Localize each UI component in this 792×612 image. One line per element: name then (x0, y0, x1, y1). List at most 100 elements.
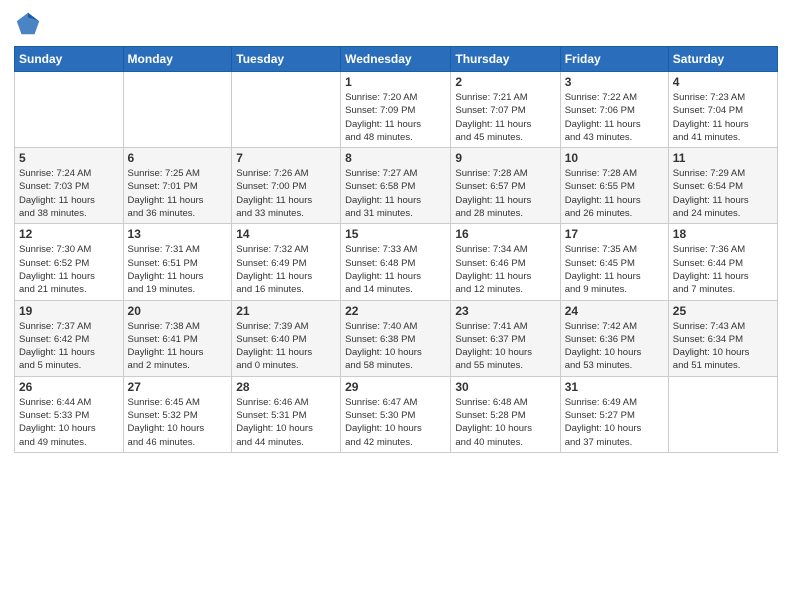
day-number: 29 (345, 380, 446, 394)
day-cell (668, 376, 777, 452)
day-cell: 2 Sunrise: 7:21 AM Sunset: 7:07 PM Daylig… (451, 72, 560, 148)
day-info: Sunrise: 7:39 AM Sunset: 6:40 PM Dayligh… (236, 320, 336, 373)
week-row-3: 19 Sunrise: 7:37 AM Sunset: 6:42 PM Dayli… (15, 300, 778, 376)
day-cell: 29 Sunrise: 6:47 AM Sunset: 5:30 PM Dayli… (341, 376, 451, 452)
logo-icon (14, 10, 42, 38)
weekday-header-monday: Monday (123, 47, 232, 72)
day-info: Sunrise: 7:21 AM Sunset: 7:07 PM Dayligh… (455, 91, 555, 144)
calendar: SundayMondayTuesdayWednesdayThursdayFrid… (14, 46, 778, 453)
day-number: 25 (673, 304, 773, 318)
week-row-0: 1 Sunrise: 7:20 AM Sunset: 7:09 PM Daylig… (15, 72, 778, 148)
day-number: 9 (455, 151, 555, 165)
day-info: Sunrise: 7:22 AM Sunset: 7:06 PM Dayligh… (565, 91, 664, 144)
day-info: Sunrise: 7:36 AM Sunset: 6:44 PM Dayligh… (673, 243, 773, 296)
weekday-header-wednesday: Wednesday (341, 47, 451, 72)
day-number: 19 (19, 304, 119, 318)
day-info: Sunrise: 7:26 AM Sunset: 7:00 PM Dayligh… (236, 167, 336, 220)
header (14, 10, 778, 38)
week-row-4: 26 Sunrise: 6:44 AM Sunset: 5:33 PM Dayli… (15, 376, 778, 452)
day-info: Sunrise: 7:23 AM Sunset: 7:04 PM Dayligh… (673, 91, 773, 144)
day-number: 8 (345, 151, 446, 165)
day-info: Sunrise: 7:20 AM Sunset: 7:09 PM Dayligh… (345, 91, 446, 144)
weekday-header-sunday: Sunday (15, 47, 124, 72)
day-info: Sunrise: 7:25 AM Sunset: 7:01 PM Dayligh… (128, 167, 228, 220)
day-info: Sunrise: 7:31 AM Sunset: 6:51 PM Dayligh… (128, 243, 228, 296)
day-cell: 16 Sunrise: 7:34 AM Sunset: 6:46 PM Dayli… (451, 224, 560, 300)
day-info: Sunrise: 7:41 AM Sunset: 6:37 PM Dayligh… (455, 320, 555, 373)
day-cell: 12 Sunrise: 7:30 AM Sunset: 6:52 PM Dayli… (15, 224, 124, 300)
day-info: Sunrise: 7:24 AM Sunset: 7:03 PM Dayligh… (19, 167, 119, 220)
day-cell: 3 Sunrise: 7:22 AM Sunset: 7:06 PM Daylig… (560, 72, 668, 148)
day-cell: 27 Sunrise: 6:45 AM Sunset: 5:32 PM Dayli… (123, 376, 232, 452)
day-cell: 21 Sunrise: 7:39 AM Sunset: 6:40 PM Dayli… (232, 300, 341, 376)
day-number: 14 (236, 227, 336, 241)
day-cell: 9 Sunrise: 7:28 AM Sunset: 6:57 PM Daylig… (451, 148, 560, 224)
day-info: Sunrise: 7:37 AM Sunset: 6:42 PM Dayligh… (19, 320, 119, 373)
day-number: 10 (565, 151, 664, 165)
day-cell: 19 Sunrise: 7:37 AM Sunset: 6:42 PM Dayli… (15, 300, 124, 376)
day-number: 30 (455, 380, 555, 394)
day-cell (123, 72, 232, 148)
day-info: Sunrise: 6:44 AM Sunset: 5:33 PM Dayligh… (19, 396, 119, 449)
day-info: Sunrise: 6:49 AM Sunset: 5:27 PM Dayligh… (565, 396, 664, 449)
day-number: 5 (19, 151, 119, 165)
day-info: Sunrise: 7:28 AM Sunset: 6:55 PM Dayligh… (565, 167, 664, 220)
day-info: Sunrise: 7:34 AM Sunset: 6:46 PM Dayligh… (455, 243, 555, 296)
day-number: 24 (565, 304, 664, 318)
day-cell: 26 Sunrise: 6:44 AM Sunset: 5:33 PM Dayli… (15, 376, 124, 452)
day-cell: 8Sunrise: 7:27 AM Sunset: 6:58 PM Daylig… (341, 148, 451, 224)
day-cell: 31 Sunrise: 6:49 AM Sunset: 5:27 PM Dayli… (560, 376, 668, 452)
weekday-header-thursday: Thursday (451, 47, 560, 72)
day-number: 7 (236, 151, 336, 165)
day-cell: 5 Sunrise: 7:24 AM Sunset: 7:03 PM Daylig… (15, 148, 124, 224)
day-cell: 7 Sunrise: 7:26 AM Sunset: 7:00 PM Daylig… (232, 148, 341, 224)
week-row-1: 5 Sunrise: 7:24 AM Sunset: 7:03 PM Daylig… (15, 148, 778, 224)
day-number: 22 (345, 304, 446, 318)
day-number: 18 (673, 227, 773, 241)
day-number: 31 (565, 380, 664, 394)
day-info: Sunrise: 6:45 AM Sunset: 5:32 PM Dayligh… (128, 396, 228, 449)
day-number: 6 (128, 151, 228, 165)
day-number: 13 (128, 227, 228, 241)
day-cell: 1 Sunrise: 7:20 AM Sunset: 7:09 PM Daylig… (341, 72, 451, 148)
day-number: 1 (345, 75, 446, 89)
day-cell: 13 Sunrise: 7:31 AM Sunset: 6:51 PM Dayli… (123, 224, 232, 300)
day-number: 16 (455, 227, 555, 241)
day-number: 11 (673, 151, 773, 165)
day-cell: 23Sunrise: 7:41 AM Sunset: 6:37 PM Dayli… (451, 300, 560, 376)
day-number: 2 (455, 75, 555, 89)
day-number: 27 (128, 380, 228, 394)
day-cell: 20 Sunrise: 7:38 AM Sunset: 6:41 PM Dayli… (123, 300, 232, 376)
day-cell: 28Sunrise: 6:46 AM Sunset: 5:31 PM Dayli… (232, 376, 341, 452)
logo (14, 10, 46, 38)
day-number: 26 (19, 380, 119, 394)
day-number: 3 (565, 75, 664, 89)
day-info: Sunrise: 6:48 AM Sunset: 5:28 PM Dayligh… (455, 396, 555, 449)
day-info: Sunrise: 7:38 AM Sunset: 6:41 PM Dayligh… (128, 320, 228, 373)
weekday-header-row: SundayMondayTuesdayWednesdayThursdayFrid… (15, 47, 778, 72)
day-number: 21 (236, 304, 336, 318)
page: SundayMondayTuesdayWednesdayThursdayFrid… (0, 0, 792, 612)
day-cell (15, 72, 124, 148)
day-number: 17 (565, 227, 664, 241)
day-info: Sunrise: 7:32 AM Sunset: 6:49 PM Dayligh… (236, 243, 336, 296)
day-info: Sunrise: 7:33 AM Sunset: 6:48 PM Dayligh… (345, 243, 446, 296)
day-cell (232, 72, 341, 148)
day-number: 20 (128, 304, 228, 318)
day-cell: 15Sunrise: 7:33 AM Sunset: 6:48 PM Dayli… (341, 224, 451, 300)
day-number: 12 (19, 227, 119, 241)
day-cell: 11Sunrise: 7:29 AM Sunset: 6:54 PM Dayli… (668, 148, 777, 224)
day-info: Sunrise: 7:35 AM Sunset: 6:45 PM Dayligh… (565, 243, 664, 296)
weekday-header-saturday: Saturday (668, 47, 777, 72)
day-cell: 24 Sunrise: 7:42 AM Sunset: 6:36 PM Dayli… (560, 300, 668, 376)
day-info: Sunrise: 7:42 AM Sunset: 6:36 PM Dayligh… (565, 320, 664, 373)
day-cell: 22 Sunrise: 7:40 AM Sunset: 6:38 PM Dayli… (341, 300, 451, 376)
day-info: Sunrise: 7:30 AM Sunset: 6:52 PM Dayligh… (19, 243, 119, 296)
day-info: Sunrise: 7:40 AM Sunset: 6:38 PM Dayligh… (345, 320, 446, 373)
day-info: Sunrise: 7:28 AM Sunset: 6:57 PM Dayligh… (455, 167, 555, 220)
day-info: Sunrise: 7:43 AM Sunset: 6:34 PM Dayligh… (673, 320, 773, 373)
day-info: Sunrise: 6:47 AM Sunset: 5:30 PM Dayligh… (345, 396, 446, 449)
day-cell: 18 Sunrise: 7:36 AM Sunset: 6:44 PM Dayli… (668, 224, 777, 300)
day-number: 4 (673, 75, 773, 89)
day-cell: 4 Sunrise: 7:23 AM Sunset: 7:04 PM Daylig… (668, 72, 777, 148)
